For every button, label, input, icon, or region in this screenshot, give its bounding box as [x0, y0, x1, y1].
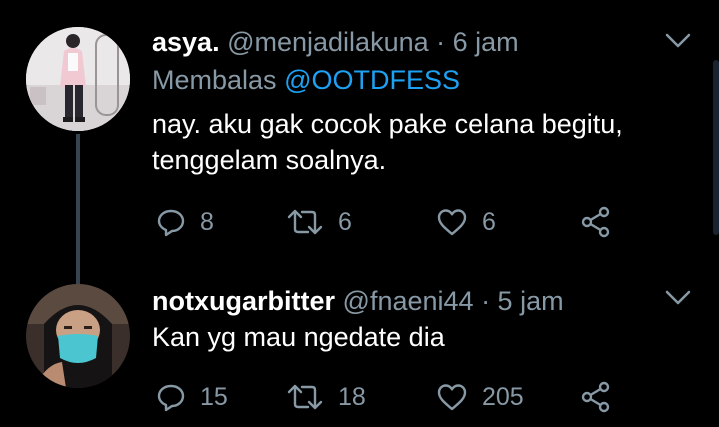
- avatar[interactable]: [26, 27, 130, 131]
- tweet-actions: 8 6 6: [152, 202, 622, 242]
- tweet-text-line: nay. aku gak cocok pake celana begitu,: [152, 109, 623, 139]
- timestamp[interactable]: · 6 jam: [436, 27, 519, 57]
- scrollbar[interactable]: [713, 60, 719, 235]
- retweet-icon: [286, 207, 324, 237]
- mention-link[interactable]: @OOTDFESS: [284, 65, 460, 95]
- tweet-text-line: tenggelam soalnya.: [152, 145, 387, 175]
- share-button[interactable]: [580, 202, 612, 242]
- tweet-header: asya. @menjadilakuna · 6 jam: [152, 26, 519, 58]
- share-icon: [580, 206, 612, 238]
- tweet-text: nay. aku gak cocok pake celana begitu, t…: [152, 106, 652, 178]
- chevron-down-icon[interactable]: [664, 289, 692, 307]
- share-icon: [580, 381, 612, 413]
- reply-count: 15: [200, 382, 228, 411]
- reply-icon: [156, 382, 186, 412]
- tweet-text: Kan yg mau ngedate dia: [152, 319, 652, 355]
- tweet-header: notxugarbitter @fnaeni44 · 5 jam: [152, 285, 564, 317]
- retweet-icon: [286, 382, 324, 412]
- handle[interactable]: @menjadilakuna: [227, 27, 429, 57]
- reply-icon: [156, 207, 186, 237]
- share-button[interactable]: [580, 377, 612, 417]
- like-button[interactable]: 205: [436, 377, 524, 417]
- retweet-count: 6: [338, 207, 352, 236]
- reply-count: 8: [200, 207, 214, 236]
- chevron-down-icon[interactable]: [664, 32, 692, 50]
- tweet-actions: 15 18 205: [152, 377, 622, 417]
- handle[interactable]: @fnaeni44: [343, 286, 474, 316]
- replying-to-label: Membalas: [152, 65, 277, 95]
- like-icon: [436, 207, 468, 237]
- like-count: 205: [482, 382, 524, 411]
- display-name[interactable]: notxugarbitter: [152, 286, 335, 316]
- display-name[interactable]: asya.: [152, 27, 220, 57]
- like-icon: [436, 382, 468, 412]
- avatar[interactable]: [26, 284, 130, 388]
- retweet-count: 18: [338, 382, 366, 411]
- like-count: 6: [482, 207, 496, 236]
- timestamp[interactable]: · 5 jam: [481, 286, 564, 316]
- tweet[interactable]: asya. @menjadilakuna · 6 jam Membalas @O…: [0, 0, 719, 288]
- like-button[interactable]: 6: [436, 202, 496, 242]
- tweet-text-line: Kan yg mau ngedate dia: [152, 322, 445, 352]
- retweet-button[interactable]: 18: [286, 377, 366, 417]
- reply-button[interactable]: 8: [156, 202, 214, 242]
- retweet-button[interactable]: 6: [286, 202, 352, 242]
- reply-button[interactable]: 15: [156, 377, 228, 417]
- replying-to: Membalas @OOTDFESS: [152, 64, 460, 96]
